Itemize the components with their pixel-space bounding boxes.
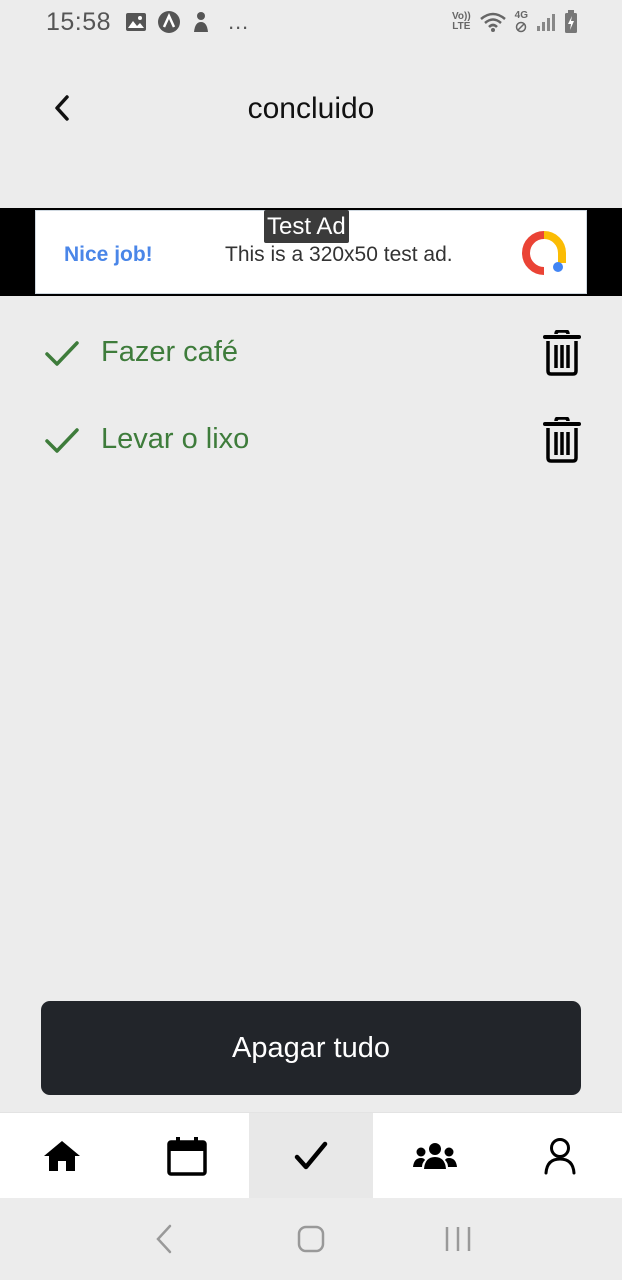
user-icon [544, 1137, 576, 1174]
page-title: concluido [247, 92, 375, 125]
app-notification-icon [157, 10, 181, 34]
system-recents-button[interactable] [428, 1209, 488, 1269]
volte-icon: Vo)) LTE [451, 11, 471, 32]
group-icon [413, 1142, 458, 1169]
completed-list: Fazer café Levar o lixo [0, 318, 622, 492]
check-icon [45, 341, 79, 366]
system-nav-bar [0, 1198, 622, 1280]
home-square-icon [297, 1225, 325, 1253]
calendar-icon [166, 1136, 207, 1176]
status-bar: 15:58 … Vo)) LTE 4G [0, 0, 622, 44]
header: concluido [0, 70, 622, 150]
battery-icon [564, 10, 578, 34]
system-back-button[interactable] [134, 1209, 194, 1269]
system-home-button[interactable] [281, 1209, 341, 1269]
signal-icon [536, 12, 556, 32]
nav-calendar[interactable] [124, 1113, 248, 1198]
check-icon [45, 428, 79, 453]
network-4g-icon: 4G [515, 11, 528, 33]
list-item[interactable]: Levar o lixo [0, 405, 622, 492]
test-ad-label: Test Ad [264, 210, 349, 243]
gallery-icon [125, 12, 147, 32]
home-icon [44, 1140, 81, 1171]
ad-body: This is a 320x50 test ad. [225, 243, 453, 266]
ad-headline: Nice job! [64, 243, 153, 266]
nav-home[interactable] [0, 1113, 124, 1198]
nav-group[interactable] [373, 1113, 497, 1198]
check-icon [294, 1141, 328, 1169]
chevron-left-icon [155, 1224, 171, 1254]
trash-icon [543, 329, 581, 376]
delete-item-button[interactable] [542, 416, 582, 463]
bottom-nav [0, 1112, 622, 1198]
delete-item-button[interactable] [542, 329, 582, 376]
list-item-label: Levar o lixo [101, 423, 250, 455]
status-time: 15:58 [46, 7, 112, 36]
trash-icon [543, 416, 581, 463]
recents-icon [446, 1227, 471, 1251]
more-notifications-icon: … [227, 9, 250, 34]
wifi-icon [479, 11, 507, 33]
list-item[interactable]: Fazer café [0, 318, 622, 405]
nav-profile[interactable] [498, 1113, 622, 1198]
ad-logo-icon [522, 231, 566, 275]
delete-all-button[interactable]: Apagar tudo [41, 1001, 581, 1095]
person-notification-icon [191, 11, 211, 33]
nav-completed[interactable] [248, 1113, 374, 1198]
list-item-label: Fazer café [101, 336, 238, 368]
